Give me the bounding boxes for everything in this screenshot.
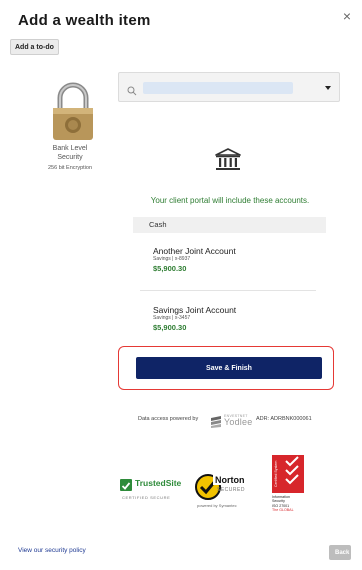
yodlee-logo: ENVESTNET Yodlee [224, 413, 253, 427]
iso-text: Information Security ISO 27001 The GLOBA… [272, 495, 312, 513]
trustedsite-badge: TrustedSite CERTIFIED SECURE [120, 476, 184, 506]
add-todo-button[interactable]: Add a to-do [10, 39, 59, 55]
page-title: Add a wealth item [18, 12, 151, 29]
account-group-header: Cash [133, 217, 326, 233]
norton-powered-by: powered by Symantec [197, 503, 237, 508]
iso-certification-badge: Certified System Information Security IS… [272, 455, 304, 525]
trustedsite-name: TrustedSite [135, 478, 182, 488]
account-item[interactable]: Savings Joint Account Savings | x-3457 $… [153, 305, 313, 334]
back-button[interactable]: Back [329, 545, 351, 560]
security-policy-link[interactable]: View our security policy [18, 547, 86, 554]
security-label-line1: Bank Level [52, 145, 88, 152]
account-name: Savings Joint Account [153, 305, 237, 315]
account-name: Another Joint Account [153, 246, 236, 256]
search-icon [127, 83, 137, 96]
search-value [143, 82, 293, 94]
norton-secured: SECURED [217, 487, 245, 493]
check-icon [120, 479, 132, 491]
bank-icon [215, 148, 241, 172]
encryption-label: 256 bit Encryption [47, 165, 93, 171]
powered-by-text: Data access powered by [138, 416, 199, 422]
lock-icon [48, 80, 98, 142]
save-finish-button[interactable]: Save & Finish [136, 357, 322, 379]
trustedsite-sub: CERTIFIED SECURE [122, 495, 171, 500]
adr-code: ADR: ADRBNK000061 [256, 416, 312, 422]
account-balance: $5,900.30 [153, 323, 187, 332]
portal-message: Your client portal will include these ac… [150, 196, 310, 205]
account-detail: Savings | x-3457 [153, 315, 191, 321]
yodlee-logo-icon [211, 415, 221, 428]
iso-vertical-label: Certified System [274, 460, 278, 488]
norton-name: Norton [213, 475, 247, 485]
account-item[interactable]: Another Joint Account Savings | x-8937 $… [153, 246, 313, 275]
iso-line: The GLOBAL [272, 508, 294, 513]
security-label-line2: Security [57, 154, 83, 161]
account-detail: Savings | x-8937 [153, 256, 191, 262]
yodlee-name: Yodlee [224, 417, 253, 427]
chevron-down-icon[interactable] [325, 86, 331, 90]
institution-search-select[interactable] [118, 72, 340, 102]
norton-badge: Norton SECURED powered by Symantec [195, 470, 257, 510]
divider [140, 290, 316, 291]
account-balance: $5,900.30 [153, 264, 187, 273]
close-icon[interactable]: × [340, 9, 354, 23]
